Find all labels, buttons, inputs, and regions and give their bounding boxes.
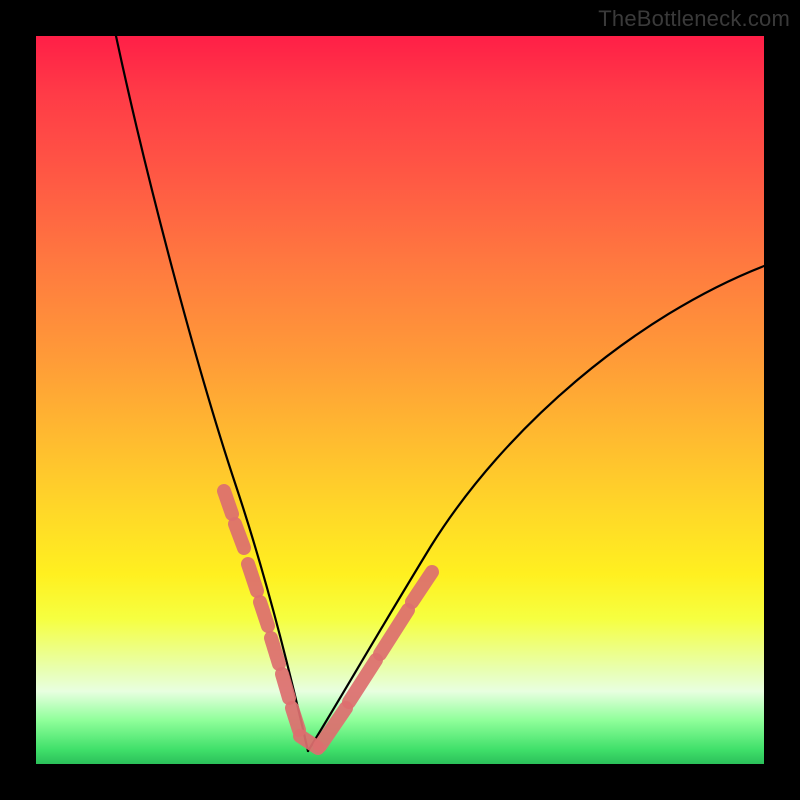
- bead-l6: [282, 674, 289, 698]
- bead-l2: [235, 524, 244, 548]
- curve-layer: [36, 36, 764, 764]
- bead-r2: [349, 660, 376, 702]
- bead-l4: [260, 602, 268, 626]
- bead-l5: [271, 638, 279, 664]
- bead-r3: [380, 610, 408, 654]
- bead-r4: [412, 572, 432, 602]
- plot-area: [36, 36, 764, 764]
- bead-l3: [248, 564, 257, 591]
- chart-stage: TheBottleneck.com: [0, 0, 800, 800]
- bead-l7: [292, 708, 299, 730]
- bead-l1: [224, 491, 232, 514]
- bead-overlay: [224, 491, 432, 748]
- watermark-text: TheBottleneck.com: [598, 6, 790, 32]
- right-curve: [308, 266, 764, 751]
